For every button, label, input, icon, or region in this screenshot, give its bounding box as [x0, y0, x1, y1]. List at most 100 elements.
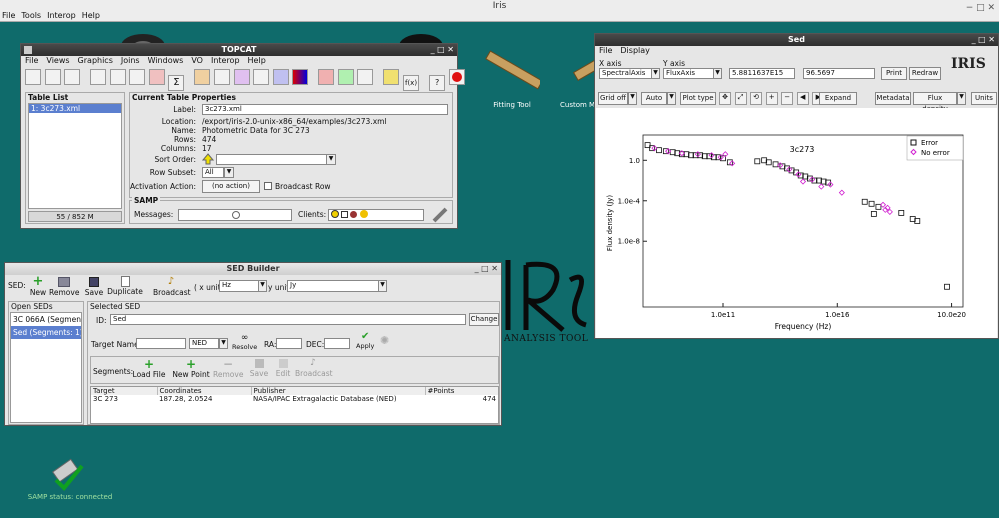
- custom-model-label[interactable]: Custom M: [560, 101, 596, 109]
- stop-icon[interactable]: [448, 69, 465, 85]
- samp-icon[interactable]: [383, 69, 400, 85]
- reset-icon[interactable]: ⟲: [750, 92, 763, 105]
- topcat-titlebar[interactable]: TOPCAT _ □ ✕: [21, 44, 457, 56]
- grid-arrow-icon[interactable]: ▼: [628, 92, 637, 105]
- sed-menu-display[interactable]: Display: [620, 46, 650, 56]
- column-points[interactable]: #Points: [425, 387, 498, 395]
- flux-density-select[interactable]: Flux density: [913, 92, 957, 113]
- sed-builder-titlebar[interactable]: SED Builder _ □ ✕: [5, 263, 501, 275]
- cube-plot-icon[interactable]: [253, 69, 270, 85]
- open-sed-item[interactable]: 3C 066A (Segments:: [11, 313, 81, 326]
- messages-field[interactable]: [178, 209, 292, 221]
- change-button[interactable]: Change: [469, 313, 499, 326]
- redraw-button[interactable]: Redraw: [909, 67, 941, 80]
- column-coordinates[interactable]: Coordinates: [157, 387, 252, 395]
- table-info-icon[interactable]: [64, 69, 81, 85]
- broadcast-row-checkbox[interactable]: [264, 182, 272, 190]
- sed-titlebar[interactable]: Sed _ □ ✕: [595, 34, 998, 46]
- x-axis-select[interactable]: SpectralAxis: [599, 68, 653, 79]
- memory-monitor[interactable]: 55 / 852 M: [28, 211, 122, 222]
- expand-button[interactable]: Expand: [819, 92, 857, 105]
- table-list-item[interactable]: 1: 3c273.xml: [29, 104, 121, 113]
- fit-icon[interactable]: ⤢: [734, 92, 747, 105]
- new-point-button[interactable]: + New Point: [171, 358, 211, 379]
- segment-remove-button[interactable]: − Remove: [213, 358, 243, 379]
- segment-edit-button[interactable]: Edit: [273, 358, 293, 378]
- scale-auto-select[interactable]: Auto: [641, 92, 667, 105]
- table-data-icon[interactable]: [90, 69, 107, 85]
- menu-interop[interactable]: Interop: [47, 11, 76, 20]
- resolver-arrow-icon[interactable]: ▼: [219, 338, 228, 349]
- scale-arrow-icon[interactable]: ▼: [667, 92, 676, 105]
- sed-window-controls[interactable]: _ □ ✕: [972, 34, 995, 46]
- id-field[interactable]: Sed: [110, 314, 466, 325]
- grid-toggle-select[interactable]: Grid off: [598, 92, 628, 105]
- params-icon[interactable]: [129, 69, 146, 85]
- pan-icon[interactable]: ✥: [719, 92, 731, 105]
- y-axis-arrow-icon[interactable]: ▼: [713, 68, 722, 79]
- ra-field[interactable]: [276, 338, 302, 349]
- zoom-out-icon[interactable]: −: [781, 92, 794, 105]
- plot-area[interactable]: 1.0e11 1.0e16 10.0e20 1.0 1.0e-4 1.0e-8 3c273…: [596, 108, 997, 338]
- plane-plot-icon[interactable]: [214, 69, 231, 85]
- resolver-select[interactable]: NED: [189, 338, 219, 349]
- apply-button[interactable]: ✔ Apply: [356, 332, 374, 351]
- y-unit-arrow-icon[interactable]: ▼: [378, 280, 387, 292]
- topcat-menu-interop[interactable]: Interop: [211, 56, 240, 66]
- remove-sed-button[interactable]: Remove: [49, 276, 79, 297]
- row-subset-arrow-icon[interactable]: ▼: [224, 167, 234, 178]
- label-field[interactable]: 3c273.xml: [202, 104, 448, 115]
- topcat-menu-vo[interactable]: VO: [191, 56, 203, 66]
- sed-scatter-chart[interactable]: 1.0e11 1.0e16 10.0e20 1.0 1.0e-4 1.0e-8 3c273…: [596, 108, 997, 338]
- window-controls[interactable]: − □ ✕: [966, 3, 995, 13]
- topcat-menu-graphics[interactable]: Graphics: [78, 56, 113, 66]
- metadata-button[interactable]: Metadata: [875, 92, 911, 105]
- topcat-window-controls[interactable]: _ □ ✕: [431, 44, 454, 56]
- topcat-menu-help[interactable]: Help: [248, 56, 266, 66]
- previous-icon[interactable]: ◀: [796, 92, 809, 105]
- sky-plot-icon[interactable]: [233, 69, 250, 85]
- sed-builder-window-controls[interactable]: _ □ ✕: [475, 263, 498, 275]
- fitting-tool-label[interactable]: Fitting Tool: [485, 101, 539, 109]
- resolve-button[interactable]: ∞ Resolve: [232, 334, 257, 352]
- y-unit-select[interactable]: Jy: [287, 280, 379, 292]
- samp-connected-icon[interactable]: [48, 456, 88, 492]
- menu-file[interactable]: File: [2, 11, 15, 20]
- row-subset-select[interactable]: All: [202, 167, 224, 178]
- dec-field[interactable]: [324, 338, 350, 349]
- sphere-plot-icon[interactable]: [272, 69, 289, 85]
- histogram-icon[interactable]: [194, 69, 211, 85]
- save-sed-button[interactable]: Save: [83, 276, 105, 297]
- clients-field[interactable]: [328, 209, 424, 221]
- activation-button[interactable]: (no action): [202, 180, 260, 193]
- samp-connect-icon[interactable]: [432, 207, 448, 223]
- multi-match-icon[interactable]: [357, 69, 374, 85]
- columns-icon[interactable]: [109, 69, 126, 85]
- fitting-tool-icon[interactable]: [480, 45, 540, 95]
- flux-arrow-icon[interactable]: ▼: [957, 92, 966, 105]
- match-icon[interactable]: [318, 69, 335, 85]
- custom-model-icon[interactable]: [566, 48, 596, 96]
- print-button[interactable]: Print: [881, 67, 907, 80]
- concat-icon[interactable]: [337, 69, 354, 85]
- sort-up-arrow-icon[interactable]: [202, 153, 214, 165]
- save-table-icon[interactable]: [44, 69, 61, 85]
- density-plot-icon[interactable]: [292, 69, 309, 85]
- sed-menu-file[interactable]: File: [599, 46, 612, 56]
- zoom-in-icon[interactable]: +: [765, 92, 778, 105]
- load-file-button[interactable]: + Load File: [131, 358, 167, 379]
- duplicate-sed-button[interactable]: Duplicate: [107, 276, 143, 296]
- help-icon[interactable]: ?: [429, 75, 446, 91]
- x-unit-select[interactable]: Hz: [219, 280, 259, 292]
- table-row[interactable]: 3C 273 187.28, 2.0524 NASA/IPAC Extragal…: [91, 395, 498, 403]
- column-target[interactable]: Target: [91, 387, 158, 395]
- plot-type-button[interactable]: Plot type: [680, 92, 716, 105]
- subsets-icon[interactable]: [148, 69, 165, 85]
- x-unit-arrow-icon[interactable]: ▼: [258, 280, 267, 292]
- column-publisher[interactable]: Publisher: [251, 387, 426, 395]
- new-sed-button[interactable]: + New: [27, 275, 49, 297]
- sort-order-select[interactable]: [216, 154, 334, 165]
- broadcast-sed-button[interactable]: ♪ Broadcast: [153, 276, 191, 297]
- topcat-menu-file[interactable]: File: [25, 56, 38, 66]
- stats-icon[interactable]: Σ: [168, 75, 185, 91]
